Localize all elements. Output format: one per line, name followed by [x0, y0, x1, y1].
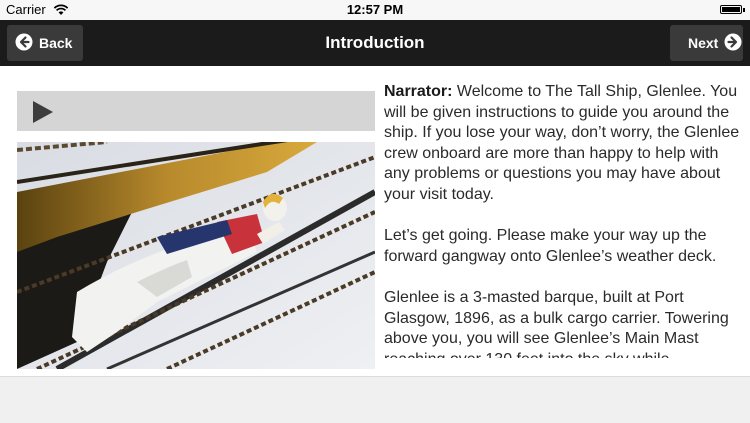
narrator-label: Narrator: — [384, 83, 453, 100]
narration-paragraph: Narrator: Welcome to The Tall Ship, Glen… — [384, 82, 740, 205]
ship-figurehead-photo — [17, 142, 375, 369]
narration-text: Narrator: Welcome to The Tall Ship, Glen… — [384, 82, 740, 358]
clock: 12:57 PM — [346, 2, 404, 17]
arrow-right-icon — [724, 33, 742, 54]
narration-paragraph-3: Glenlee is a 3-masted barque, built at P… — [384, 289, 729, 358]
narration-paragraph-1: Welcome to The Tall Ship, Glenlee. You w… — [384, 83, 740, 203]
battery-level — [722, 7, 740, 12]
carrier-label: Carrier — [6, 2, 46, 17]
narration-paragraph-2: Let’s get going. Please make your way up… — [384, 227, 717, 265]
wifi-icon — [53, 4, 69, 19]
back-button-label: Back — [39, 35, 73, 51]
play-icon[interactable] — [32, 101, 54, 128]
battery-icon — [720, 5, 745, 14]
navigation-bar: Back Introduction Next — [0, 20, 750, 66]
page-title: Introduction — [325, 33, 425, 52]
audio-player[interactable] — [17, 91, 375, 131]
bottom-toolbar — [0, 376, 750, 423]
arrow-left-icon — [15, 33, 33, 54]
next-button[interactable]: Next — [670, 25, 743, 61]
status-bar: Carrier 12:57 PM — [0, 0, 750, 20]
back-button[interactable]: Back — [7, 25, 83, 61]
next-button-label: Next — [688, 35, 719, 51]
